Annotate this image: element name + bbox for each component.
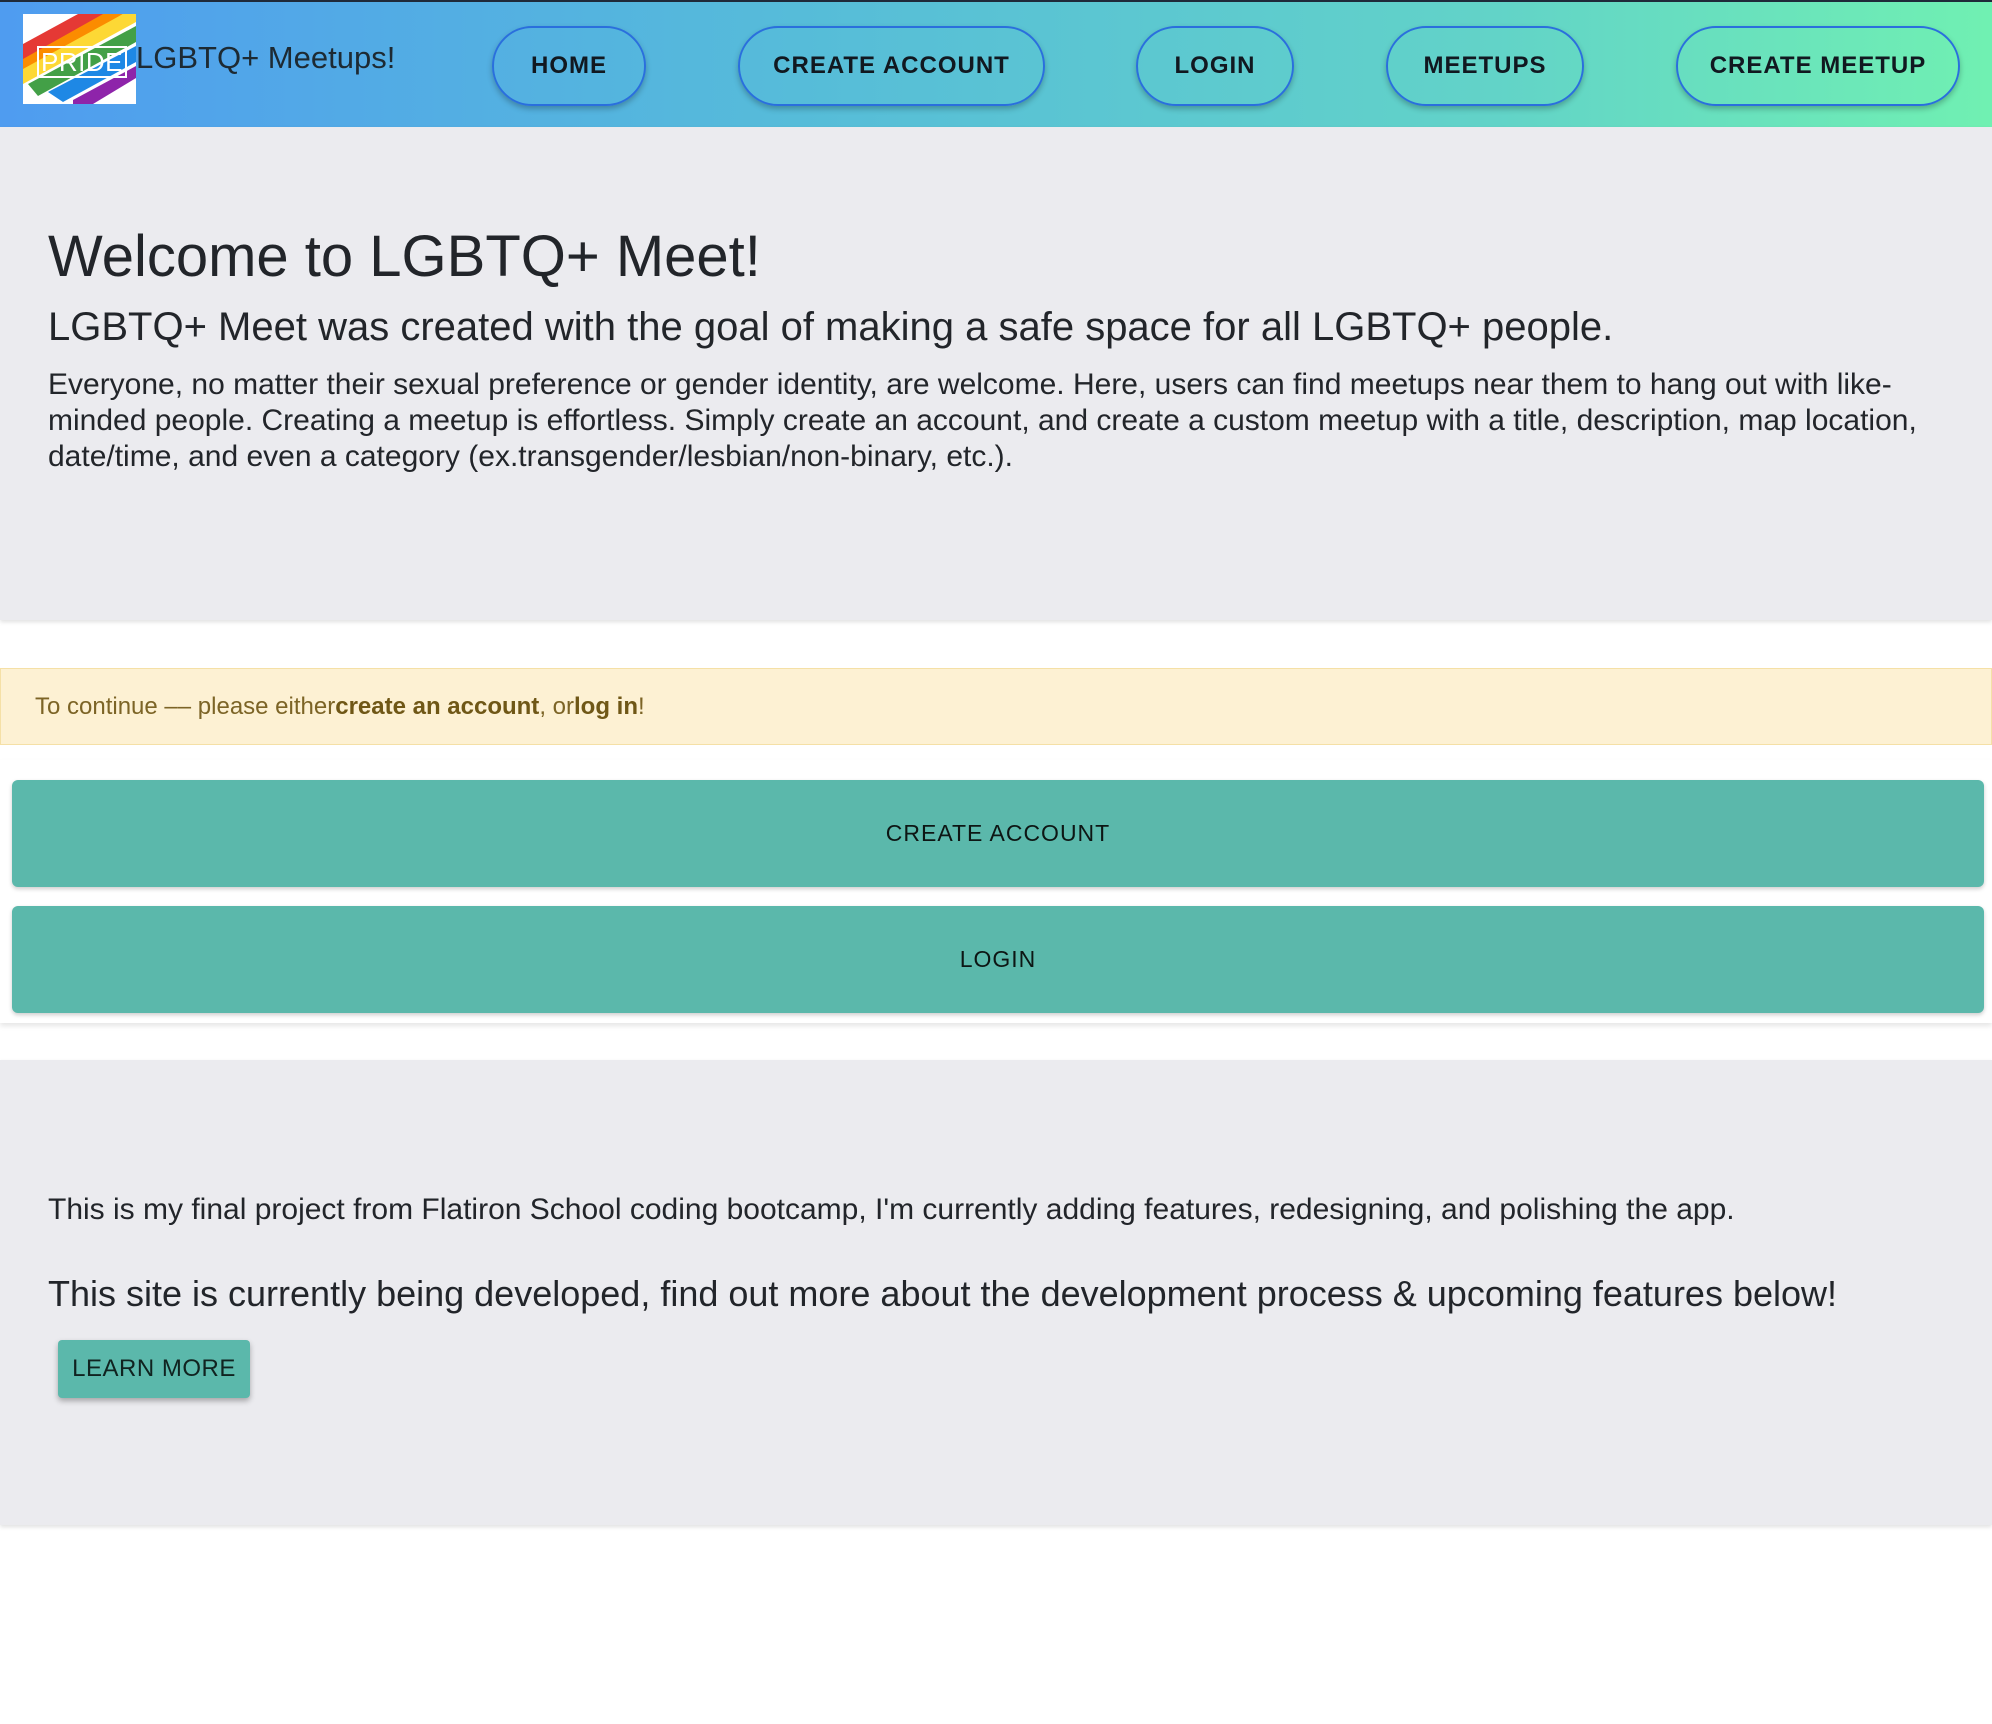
nav-create-meetup-button[interactable]: CREATE MEETUP	[1676, 26, 1960, 106]
logo-text: PRIDE	[37, 46, 127, 78]
learn-more-button[interactable]: LEARN MORE	[58, 1340, 250, 1398]
alert-suffix: !	[637, 692, 645, 720]
project-info-text: This is my final project from Flatiron S…	[48, 1193, 1735, 1226]
welcome-title: Welcome to LGBTQ+ Meet!	[48, 224, 761, 289]
alert-middle: , or	[539, 692, 574, 720]
development-heading: This site is currently being developed, …	[48, 1273, 1838, 1314]
brand[interactable]: PRIDE LGBTQ+ Meetups!	[23, 14, 395, 104]
top-navbar: PRIDE LGBTQ+ Meetups! HOME CREATE ACCOUN…	[0, 0, 1992, 127]
alert-create-account-link[interactable]: create an account	[335, 693, 539, 721]
continue-alert: To continue –– please either create an a…	[0, 668, 1992, 745]
nav-create-account-button[interactable]: CREATE ACCOUNT	[738, 26, 1045, 106]
pride-logo[interactable]: PRIDE	[23, 14, 136, 104]
project-info-section: This is my final project from Flatiron S…	[0, 1060, 1992, 1525]
welcome-section: Welcome to LGBTQ+ Meet! LGBTQ+ Meet was …	[0, 127, 1992, 620]
nav-login-button[interactable]: LOGIN	[1136, 26, 1294, 106]
login-button[interactable]: LOGIN	[12, 906, 1984, 1013]
alert-login-link[interactable]: log in	[574, 693, 638, 721]
nav-home-button[interactable]: HOME	[492, 26, 646, 106]
welcome-subtitle: LGBTQ+ Meet was created with the goal of…	[48, 305, 1614, 349]
welcome-description: Everyone, no matter their sexual prefere…	[48, 368, 1917, 473]
brand-name[interactable]: LGBTQ+ Meetups!	[136, 40, 395, 76]
create-account-button[interactable]: CREATE ACCOUNT	[12, 780, 1984, 887]
alert-prefix: To continue –– please either	[35, 692, 336, 720]
nav-meetups-button[interactable]: MEETUPS	[1386, 26, 1584, 106]
